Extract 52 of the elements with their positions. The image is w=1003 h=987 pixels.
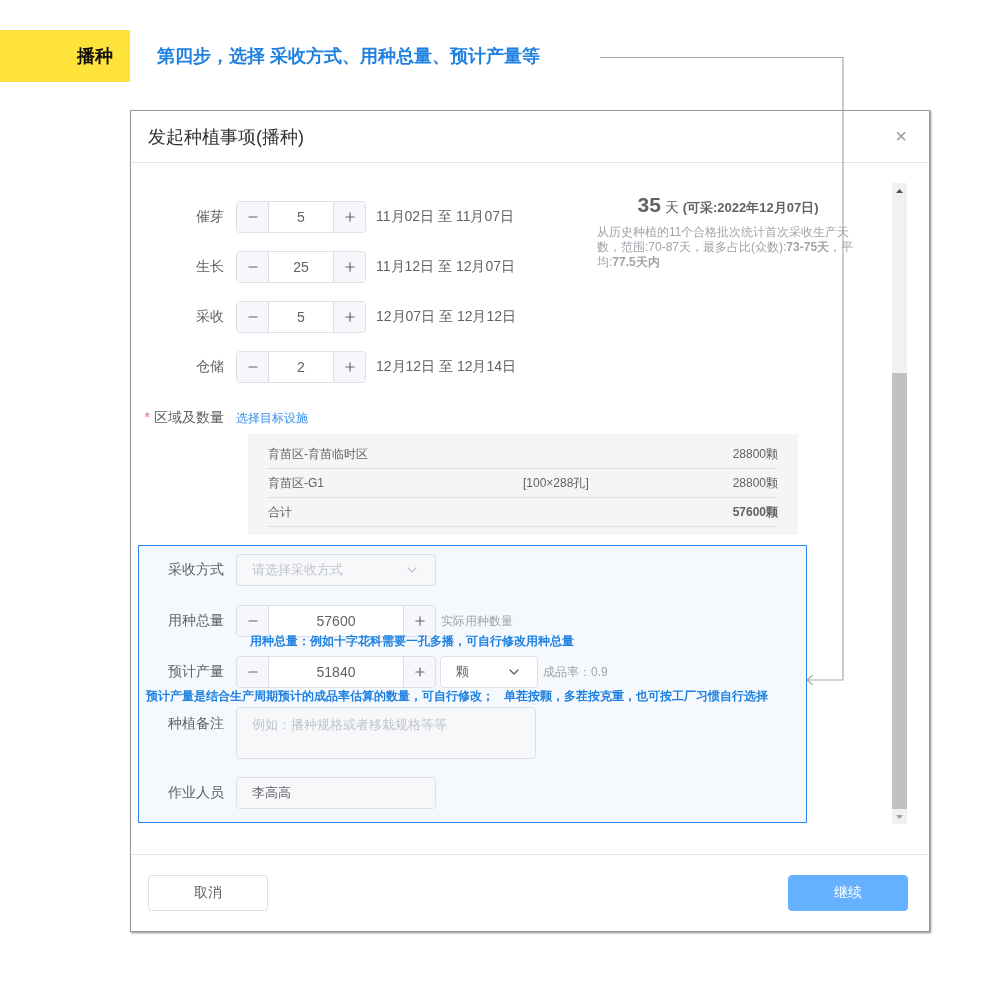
date-range: 12月07日 至 12月12日 [376,308,517,326]
field-label: * 区域及数量 [143,409,225,427]
table-cell-text: 合计 [268,503,293,521]
field-label: 催芽 [195,208,225,226]
operator-field[interactable]: 李高高 [236,777,436,809]
minus-icon[interactable] [237,252,269,282]
field-label: 用种总量 [167,612,225,630]
field-label: 种植备注 [167,714,225,733]
plus-icon[interactable] [333,202,365,232]
date-range: 11月12日 至 12月07日 [376,258,516,276]
field-label: 生长 [195,258,225,276]
table-cell-text: 28800颗 [731,474,778,492]
date-range: 11月02日 至 11月07日 [376,208,514,226]
field-hint: 实际用种数量 [441,612,513,630]
number-stepper[interactable]: 25 [236,251,366,283]
plus-icon[interactable] [333,352,365,382]
field-label: 仓储 [195,358,225,376]
step-tag: 播种 [0,30,130,82]
table-cell-text: 育苗区-育苗临时区 [268,445,369,463]
history-note: 从历史种植的11个合格批次统计首次采收生产天数，范围:70-87天，最多占比(众数):73-75天，平均:77.5天内 [597,225,855,270]
days-summary: 35 天 (可采:2022年12月07日) [636,193,820,217]
date-range: 12月12日 至 12月14日 [376,358,517,376]
field-label: 作业人员 [167,784,225,802]
table-cell-text: [100×288孔] [523,474,590,492]
table-cell-text: 28800颗 [731,445,778,463]
number-stepper[interactable]: 2 [236,351,366,383]
dialog-title: 发起种植事项(播种) [148,125,304,149]
scrollbar-thumb[interactable] [892,373,907,809]
select-facility-link[interactable]: 选择目标设施 [236,409,308,427]
table-cell-text: 57600颗 [731,503,778,521]
minus-icon[interactable] [237,352,269,382]
number-stepper[interactable]: 5 [236,301,366,333]
annotation-text: 预计产量是结合生产周期预计的成品率估算的数量，可自行修改； 单茬按颗，多茬按克重，也可按工厂习惯自行选择 [145,688,769,705]
plus-icon[interactable] [403,657,435,687]
minus-icon[interactable] [237,657,269,687]
minus-icon[interactable] [237,202,269,232]
plus-icon[interactable] [333,302,365,332]
table-cell-text: 育苗区-G1 [268,474,325,492]
yield-rate: 成品率：0.9 [543,663,608,681]
field-label: 预计产量 [167,663,225,681]
step-heading: 第四步，选择 采收方式、用种总量、预计产量等 [157,45,540,68]
number-stepper[interactable]: 51840 [236,656,436,688]
plus-icon[interactable] [403,606,435,636]
cancel-button[interactable]: 取消 [148,875,268,911]
minus-icon[interactable] [237,302,269,332]
field-label: 采收 [195,308,225,326]
minus-icon[interactable] [237,606,269,636]
field-label: 采收方式 [167,561,225,579]
scrollbar[interactable] [892,183,907,824]
plus-icon[interactable] [333,252,365,282]
number-stepper[interactable]: 5 [236,201,366,233]
unit-select[interactable]: 颗 [440,656,538,688]
